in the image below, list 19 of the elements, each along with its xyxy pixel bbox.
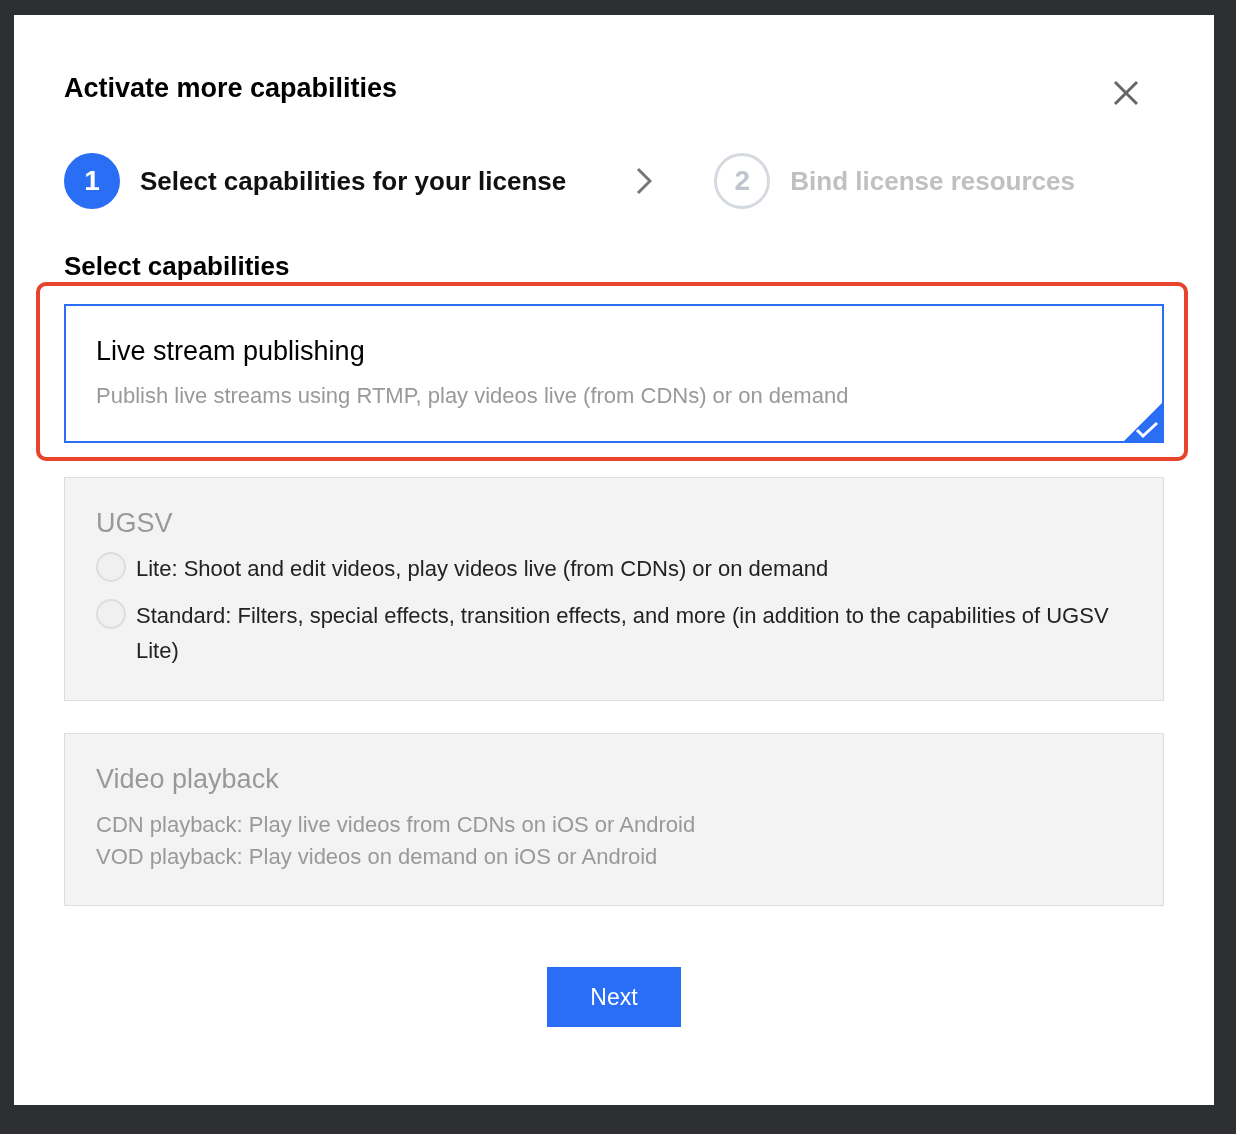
card-title: Video playback <box>96 764 280 795</box>
step-label: Bind license resources <box>790 165 1075 197</box>
next-button[interactable]: Next <box>547 967 681 1027</box>
close-icon[interactable] <box>1113 80 1139 106</box>
step-number: 2 <box>714 153 771 209</box>
check-corner-icon <box>1124 403 1162 441</box>
step-label: Select capabilities for your license <box>140 165 567 197</box>
capability-card[interactable]: Live stream publishing Publish live streams using RTMP, play videos live (from CDNs) or on demand <box>64 304 1164 443</box>
section-title: Select capabilities <box>64 251 291 282</box>
card-description: CDN playback: Play live videos from CDNs on iOS or Android <box>96 811 697 839</box>
card-description: Publish live streams using RTMP, play videos live (from CDNs) or on demand <box>96 383 850 409</box>
step-number: 1 <box>64 153 120 209</box>
card-title: UGSV <box>96 508 174 539</box>
chevron-icon <box>636 167 653 195</box>
card-title: Live stream publishing <box>96 336 366 367</box>
option-label: Lite: Shoot and edit videos, play videos live (from CDNs) or on demand <box>136 555 829 583</box>
card-description: VOD playback: Play videos on demand on iOS or Android <box>96 843 659 871</box>
dialog-title: Activate more capabilities <box>64 74 398 102</box>
option-label: Standard: Filters, special effects, transition effects, and more (in addition to the capabilities of UGSV Lite) <box>136 602 1110 665</box>
